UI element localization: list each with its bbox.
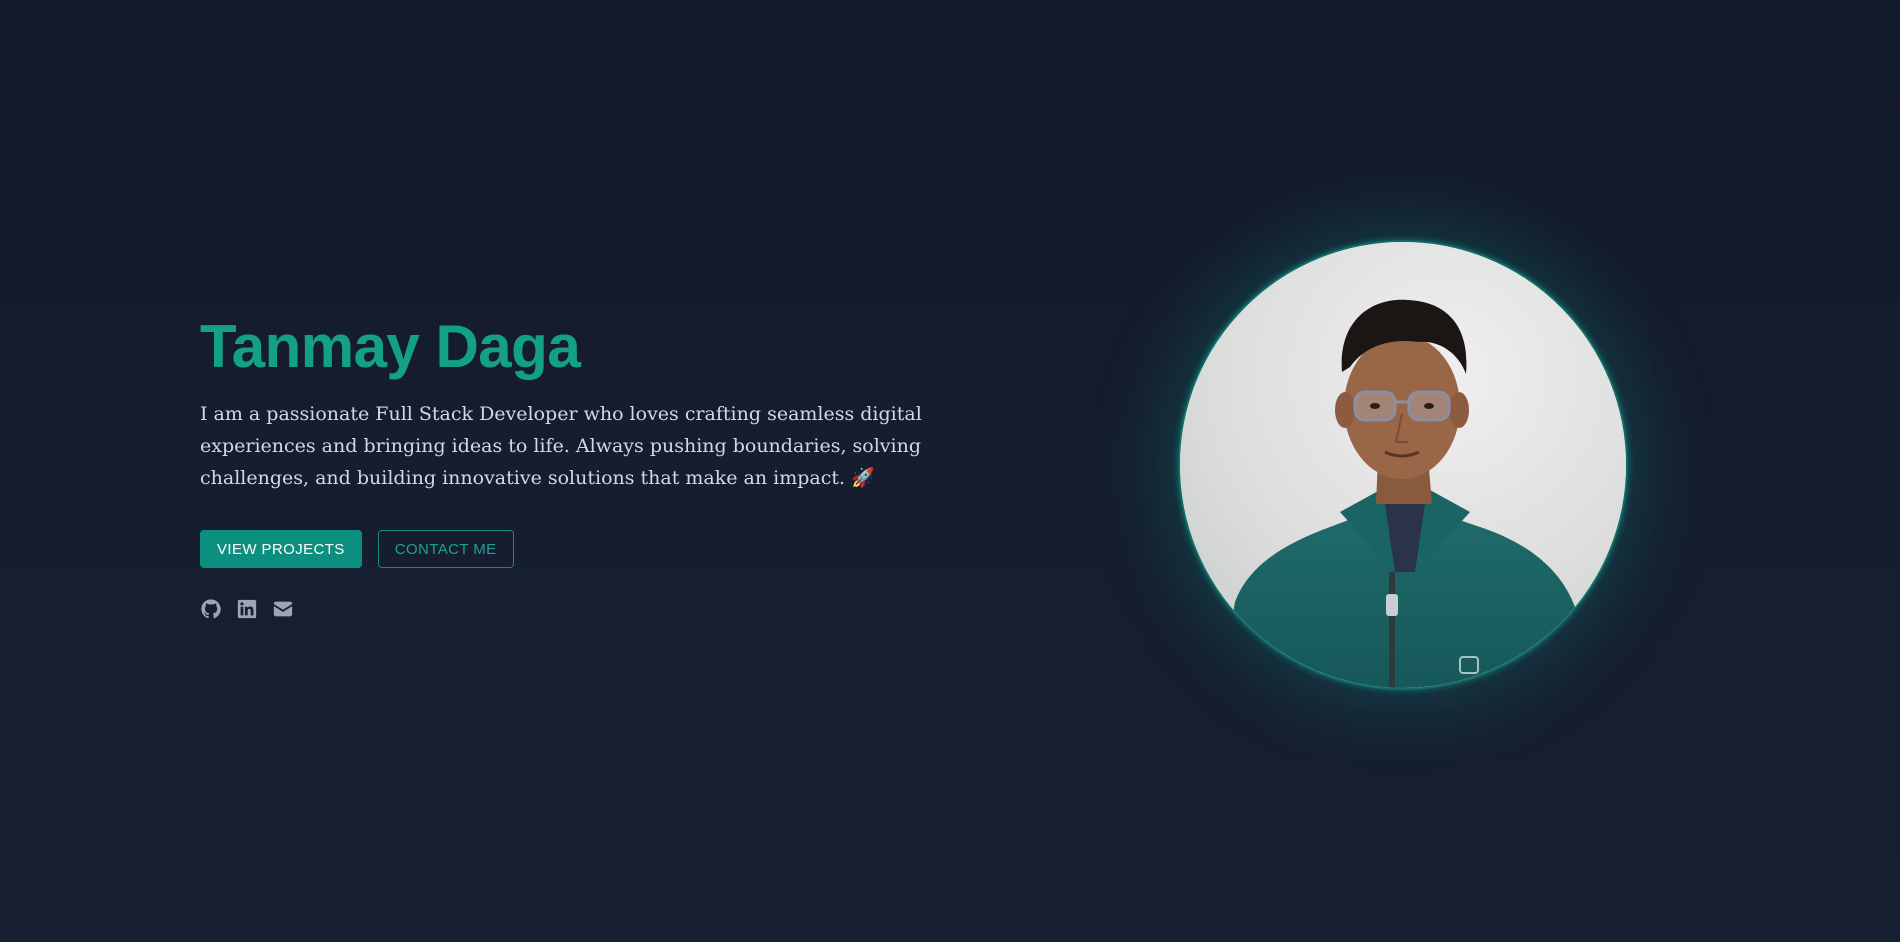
contact-me-button[interactable]: CONTACT ME bbox=[377, 530, 514, 568]
hero-section: Tanmay Daga I am a passionate Full Stack… bbox=[200, 0, 1700, 942]
github-icon[interactable] bbox=[200, 598, 222, 620]
view-projects-button[interactable]: VIEW PROJECTS bbox=[200, 530, 362, 568]
cta-buttons: VIEW PROJECTS CONTACT ME bbox=[200, 530, 1060, 568]
hero-name: Tanmay Daga bbox=[200, 312, 1060, 382]
social-links bbox=[200, 598, 1060, 620]
hero-bio: I am a passionate Full Stack Developer w… bbox=[200, 403, 922, 489]
profile-photo bbox=[1178, 240, 1628, 690]
intro-block: Tanmay Daga I am a passionate Full Stack… bbox=[200, 312, 1060, 620]
linkedin-icon[interactable] bbox=[236, 598, 258, 620]
mail-icon[interactable] bbox=[272, 598, 294, 620]
